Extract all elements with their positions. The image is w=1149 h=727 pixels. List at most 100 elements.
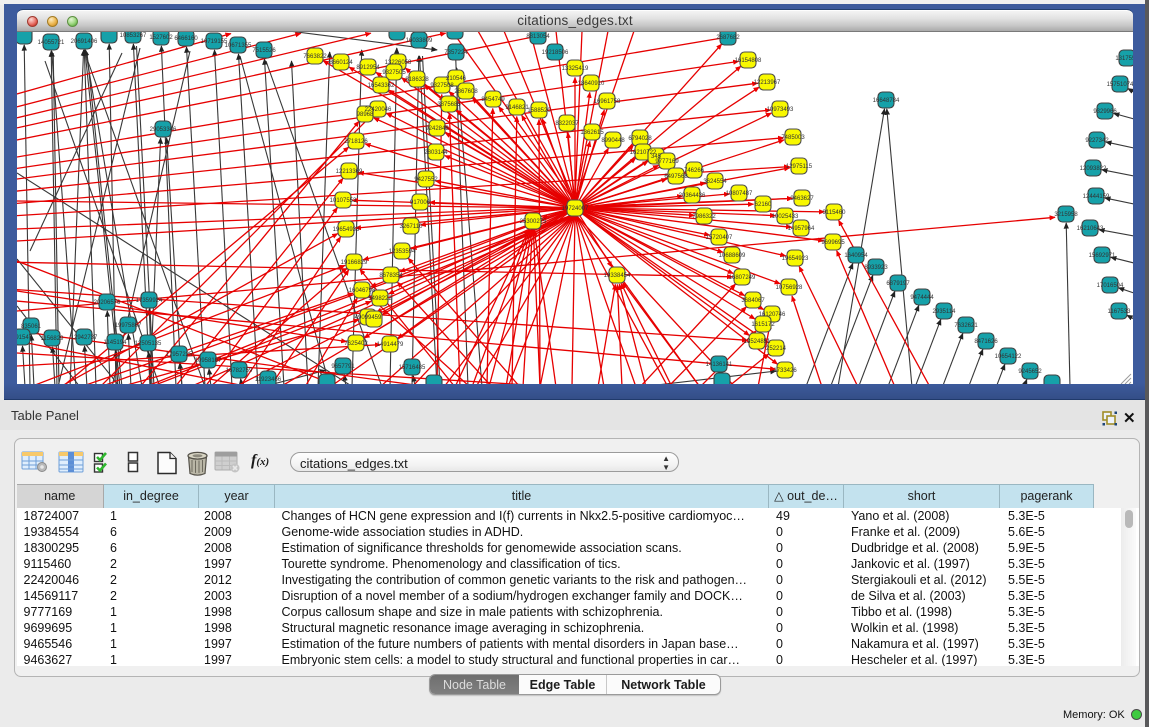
- svg-text:10025433: 10025433: [772, 214, 799, 220]
- svg-text:9699695: 9699695: [821, 240, 845, 246]
- svg-text:9327505: 9327505: [382, 70, 406, 76]
- svg-text:9245652: 9245652: [1018, 369, 1042, 375]
- svg-text:20691406: 20691406: [71, 39, 98, 45]
- svg-text:15751074: 15751074: [1107, 82, 1133, 88]
- svg-text:10958107: 10958107: [195, 358, 222, 364]
- svg-text:8471626: 8471626: [974, 339, 998, 345]
- svg-text:17016504: 17016504: [1097, 283, 1124, 289]
- svg-text:9474444: 9474444: [910, 295, 934, 301]
- svg-text:98968: 98968: [357, 112, 374, 118]
- svg-text:8933923: 8933923: [864, 265, 888, 271]
- svg-text:6794028: 6794028: [628, 136, 652, 142]
- svg-text:1145194: 1145194: [104, 340, 128, 346]
- svg-text:2687682: 2687682: [716, 35, 740, 41]
- svg-text:8813054: 8813054: [526, 34, 550, 40]
- svg-text:16648784: 16648784: [873, 98, 900, 104]
- svg-text:6466160: 6466160: [174, 36, 198, 42]
- svg-text:19166829: 19166829: [341, 260, 368, 266]
- svg-text:13524851: 13524851: [744, 339, 771, 345]
- svg-text:7632621: 7632621: [954, 323, 978, 329]
- svg-text:16543362: 16543362: [368, 83, 395, 89]
- svg-text:7625402: 7625402: [344, 341, 368, 347]
- svg-text:10107553: 10107553: [330, 198, 357, 204]
- svg-text:8660124: 8660124: [329, 60, 353, 66]
- svg-text:29053346: 29053346: [150, 127, 177, 133]
- svg-text:210546: 210546: [446, 76, 467, 82]
- svg-text:10756928: 10756928: [776, 285, 803, 291]
- svg-text:1733426: 1733426: [773, 368, 797, 374]
- svg-text:2718126: 2718126: [344, 139, 368, 145]
- svg-text:1588520: 1588520: [527, 108, 551, 114]
- svg-text:62160: 62160: [755, 202, 772, 208]
- svg-text:8186328: 8186328: [405, 77, 429, 83]
- svg-text:3875685: 3875685: [437, 102, 461, 108]
- svg-text:1615172: 1615172: [751, 322, 775, 328]
- svg-text:49099459: 49099459: [355, 315, 382, 321]
- svg-text:835061: 835061: [21, 324, 42, 330]
- svg-text:13325419: 13325419: [562, 66, 589, 72]
- svg-text:10688609: 10688609: [719, 253, 746, 259]
- svg-text:2867608: 2867608: [454, 89, 478, 95]
- svg-text:9427552: 9427552: [414, 177, 438, 183]
- svg-text:3684067: 3684067: [741, 298, 765, 304]
- svg-text:8912954: 8912954: [356, 65, 380, 71]
- svg-text:2935114: 2935114: [933, 309, 957, 315]
- svg-text:7357224: 7357224: [444, 50, 468, 56]
- svg-text:9657791: 9657791: [331, 364, 355, 370]
- svg-text:1167533: 1167533: [1108, 309, 1132, 315]
- svg-text:14957964: 14957964: [788, 226, 815, 232]
- svg-text:12444159: 12444159: [1083, 194, 1110, 200]
- svg-text:6497568: 6497568: [664, 174, 688, 180]
- svg-text:1156829: 1156829: [41, 336, 65, 342]
- svg-text:1362615: 1362615: [580, 130, 604, 136]
- svg-text:18640910: 18640910: [578, 81, 605, 87]
- svg-text:16807249: 16807249: [729, 275, 756, 281]
- svg-text:16046798: 16046798: [349, 288, 376, 294]
- svg-text:19218506: 19218506: [542, 50, 569, 56]
- svg-text:12975115: 12975115: [786, 164, 813, 170]
- svg-text:8454749: 8454749: [481, 97, 505, 103]
- svg-text:9327508: 9327508: [430, 83, 454, 89]
- svg-text:9227342: 9227342: [1085, 138, 1109, 144]
- svg-text:1317557: 1317557: [1115, 56, 1133, 62]
- svg-text:7986322: 7986322: [692, 214, 716, 220]
- svg-text:10853267: 10853267: [120, 33, 147, 39]
- svg-text:15692971: 15692971: [1089, 253, 1116, 259]
- svg-text:10973493: 10973493: [767, 107, 794, 113]
- svg-text:7515526: 7515526: [252, 48, 276, 54]
- svg-text:252214: 252214: [766, 346, 787, 352]
- svg-text:16782759: 16782759: [226, 368, 253, 374]
- svg-text:20364436: 20364436: [679, 193, 706, 199]
- svg-text:917006: 917006: [410, 200, 431, 206]
- svg-text:16210643: 16210643: [1077, 226, 1104, 232]
- svg-text:2803144: 2803144: [424, 150, 448, 156]
- svg-text:19338454: 19338454: [604, 273, 631, 279]
- svg-text:3215958: 3215958: [1054, 212, 1078, 218]
- svg-text:12093822: 12093822: [1080, 166, 1107, 172]
- svg-text:9463627: 9463627: [790, 196, 814, 202]
- svg-text:16961758: 16961758: [594, 99, 621, 105]
- svg-text:13226058: 13226058: [385, 60, 412, 66]
- svg-text:5498222: 5498222: [368, 296, 392, 302]
- svg-text:15720407: 15720407: [706, 235, 733, 241]
- svg-text:8990448: 8990448: [601, 138, 625, 144]
- svg-text:16033809: 16033809: [406, 38, 433, 44]
- svg-text:20206576: 20206576: [94, 300, 121, 306]
- svg-text:10671355: 10671355: [225, 43, 252, 49]
- svg-text:1640954: 1640954: [844, 253, 868, 259]
- svg-text:17957225: 17957225: [166, 352, 193, 358]
- svg-text:391547: 391547: [17, 335, 33, 341]
- svg-text:15716485: 15716485: [399, 365, 426, 371]
- svg-text:3267110: 3267110: [400, 224, 424, 230]
- svg-text:17359924: 17359924: [136, 298, 163, 304]
- svg-text:9242848: 9242848: [425, 126, 449, 132]
- svg-text:11923466: 11923466: [255, 377, 282, 383]
- svg-text:19654933: 19654933: [333, 227, 360, 233]
- svg-text:7485003: 7485003: [781, 135, 805, 141]
- svg-text:14914479: 14914479: [377, 342, 404, 348]
- svg-text:12505135: 12505135: [135, 341, 162, 347]
- svg-text:19654923: 19654923: [782, 256, 809, 262]
- svg-text:9329966: 9329966: [1093, 109, 1117, 115]
- svg-text:7663822: 7663822: [303, 54, 327, 60]
- svg-text:12353594: 12353594: [389, 249, 416, 255]
